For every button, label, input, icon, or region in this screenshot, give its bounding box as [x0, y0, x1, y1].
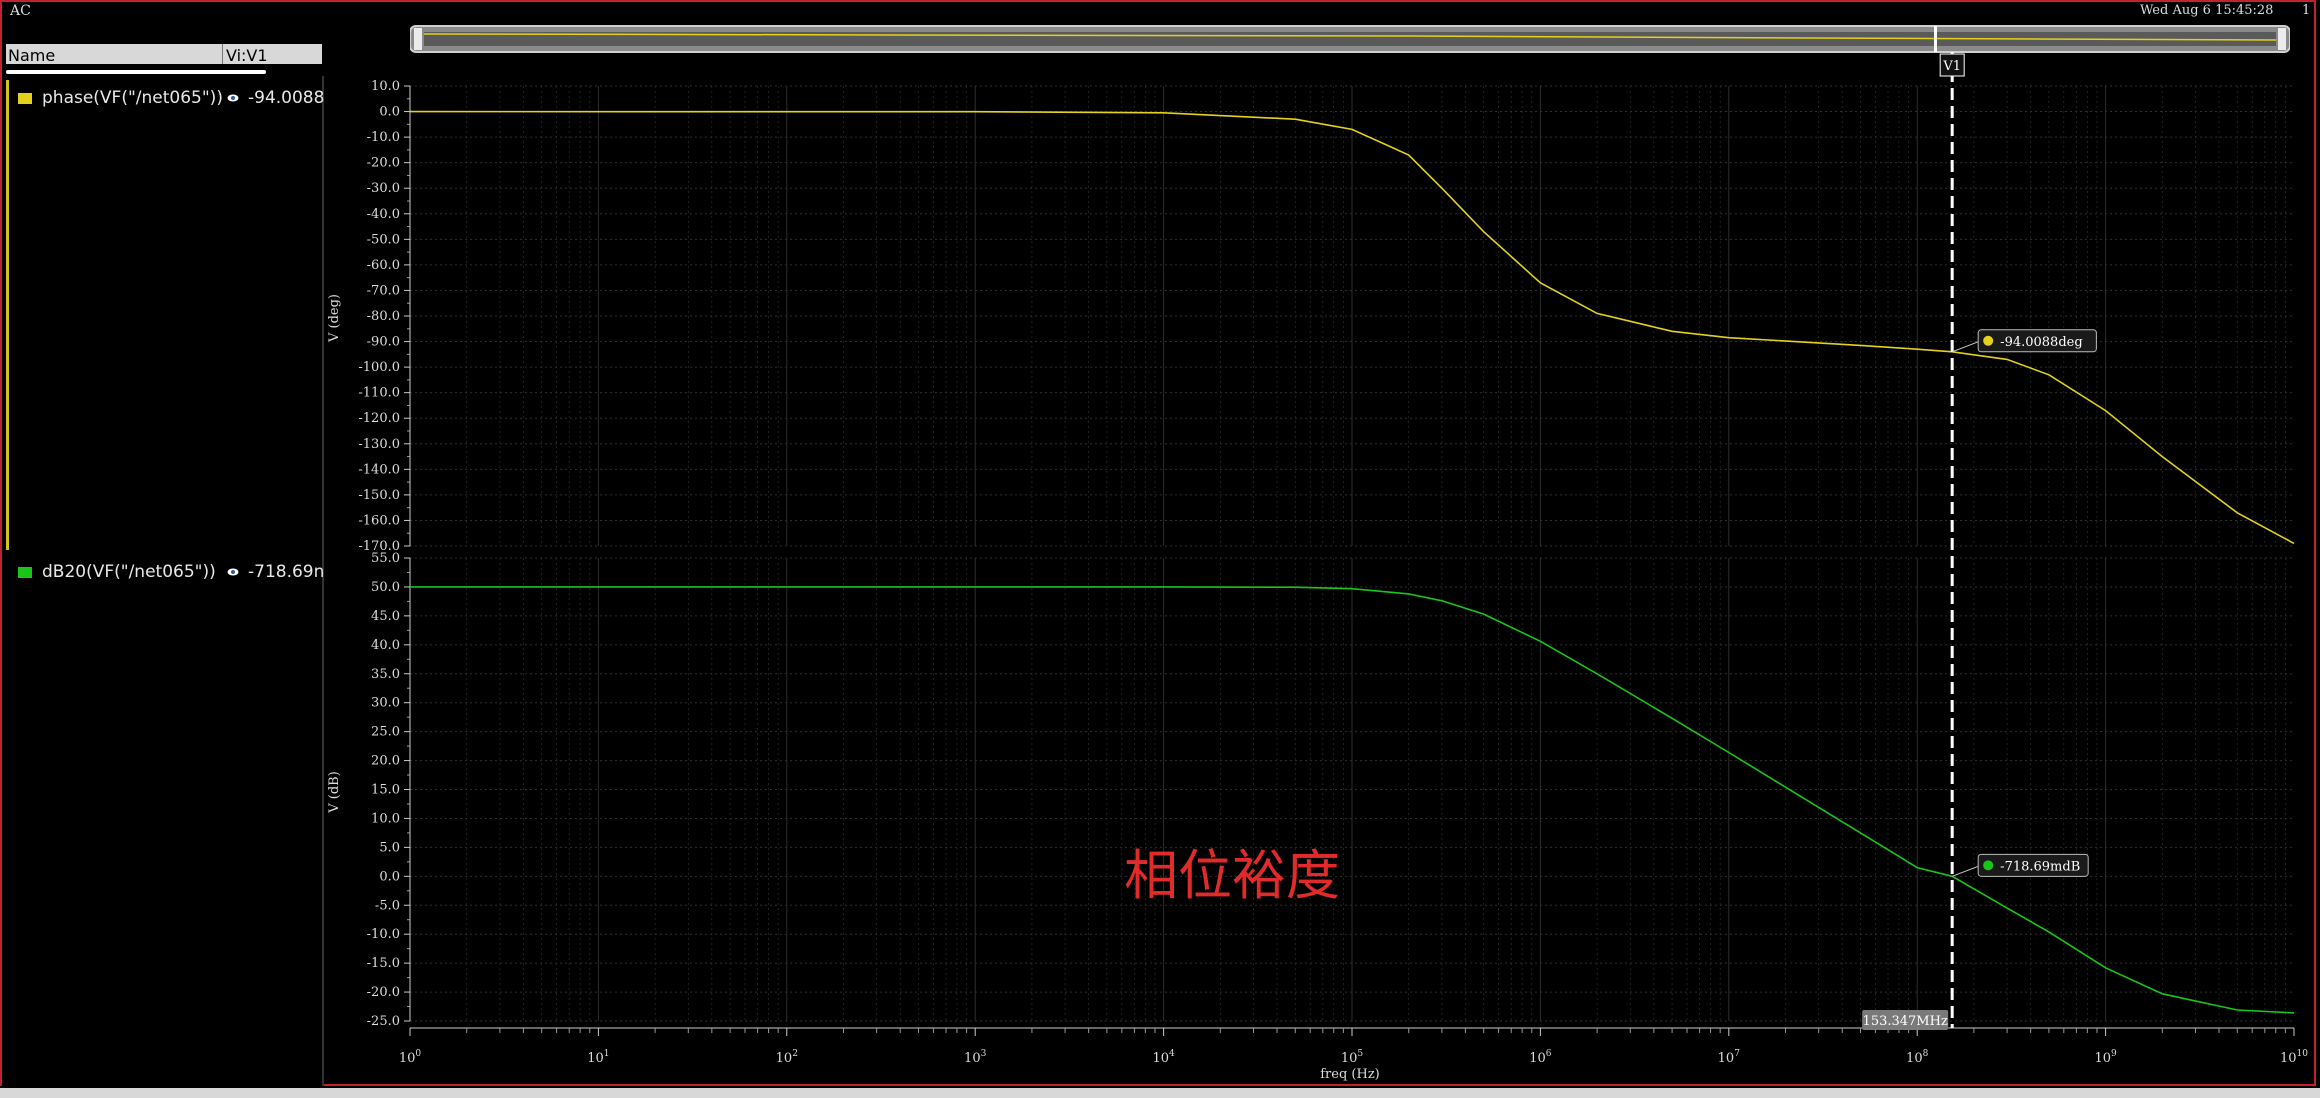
cursor-layer: V1 153.347MHz -94.0088deg -718.69mdB — [1862, 52, 2097, 1030]
annotation-label: 相位裕度 — [1124, 844, 1340, 907]
gain-marker-dot — [1983, 860, 1994, 871]
gain-y-axis-label: V (dB) — [327, 771, 342, 814]
y-tick-label: -20.0 — [367, 156, 400, 171]
gain-marker-leader — [1952, 865, 1979, 877]
y-tick-label: -150.0 — [358, 488, 400, 503]
y-tick-label: 15.0 — [371, 783, 400, 798]
y-tick-label: -160.0 — [358, 513, 400, 528]
x-tick-label: 107 — [1718, 1049, 1741, 1066]
y-tick-label: -120.0 — [358, 411, 400, 426]
y-tick-label: -30.0 — [367, 181, 400, 196]
y-tick-label: 20.0 — [371, 754, 400, 769]
y-tick-label: 0.0 — [379, 105, 400, 120]
y-tick-label: -130.0 — [358, 437, 400, 452]
cursor-x-readout: 153.347MHz — [1863, 1014, 1948, 1029]
y-tick-label: -70.0 — [367, 283, 400, 298]
y-tick-label: 25.0 — [371, 725, 400, 740]
x-tick-label: 109 — [2094, 1049, 2117, 1066]
y-tick-label: -10.0 — [367, 130, 400, 145]
y-tick-label: -110.0 — [358, 386, 400, 401]
x-tick-label: 105 — [1341, 1049, 1364, 1066]
y-tick-label: 35.0 — [371, 667, 400, 682]
y-tick-label: -50.0 — [367, 232, 400, 247]
x-tick-label: 104 — [1152, 1049, 1175, 1066]
y-tick-label: -25.0 — [367, 1014, 400, 1029]
plot-area[interactable]: 10.0 0.0 -10.0 -20.0 -30.0 -40.0 -50.0 -60.0 -70… — [0, 0, 2320, 1086]
gain-marker-label: -718.69mdB — [2000, 859, 2080, 874]
y-tick-label: -40.0 — [367, 207, 400, 222]
y-tick-label: -90.0 — [367, 335, 400, 350]
x-axis-label: freq (Hz) — [1320, 1067, 1380, 1082]
y-tick-label: -20.0 — [367, 985, 400, 1000]
y-tick-label: -60.0 — [367, 258, 400, 273]
phase-marker-dot — [1983, 335, 1994, 346]
y-tick-label: 55.0 — [371, 551, 400, 566]
x-tick-label: 106 — [1529, 1049, 1552, 1066]
x-tick-label: 102 — [776, 1049, 798, 1066]
phase-marker-label: -94.0088deg — [2000, 335, 2082, 350]
phase-marker-leader — [1952, 341, 1979, 353]
y-tick-label: -10.0 — [367, 927, 400, 942]
x-tick-label: 100 — [399, 1049, 422, 1066]
status-strip — [0, 1088, 2320, 1098]
x-tick-label: 1010 — [2280, 1049, 2308, 1066]
x-tick-label: 101 — [587, 1049, 609, 1066]
grid-layer — [409, 85, 2294, 1022]
x-tick-label: 108 — [1906, 1049, 1929, 1066]
y-tick-label: -100.0 — [358, 360, 400, 375]
y-tick-label: -15.0 — [367, 956, 400, 971]
y-tick-label: 30.0 — [371, 696, 400, 711]
cursor-v1-label: V1 — [1942, 59, 1961, 74]
y-tick-label: 10.0 — [371, 811, 400, 826]
y-tick-label: 0.0 — [379, 869, 400, 884]
y-tick-label: 40.0 — [371, 638, 400, 653]
y-tick-label: -140.0 — [358, 462, 400, 477]
y-tick-label: 50.0 — [371, 580, 400, 595]
phase-y-axis-label: V (deg) — [327, 294, 342, 343]
y-tick-label: -80.0 — [367, 309, 400, 324]
y-tick-label: 10.0 — [371, 79, 400, 94]
x-tick-label: 103 — [964, 1049, 987, 1066]
y-tick-label: 45.0 — [371, 609, 400, 624]
y-tick-label: -5.0 — [375, 898, 400, 913]
y-tick-label: 5.0 — [379, 840, 400, 855]
axes-layer: 10.0 0.0 -10.0 -20.0 -30.0 -40.0 -50.0 -60.0 -70… — [358, 79, 2308, 1066]
